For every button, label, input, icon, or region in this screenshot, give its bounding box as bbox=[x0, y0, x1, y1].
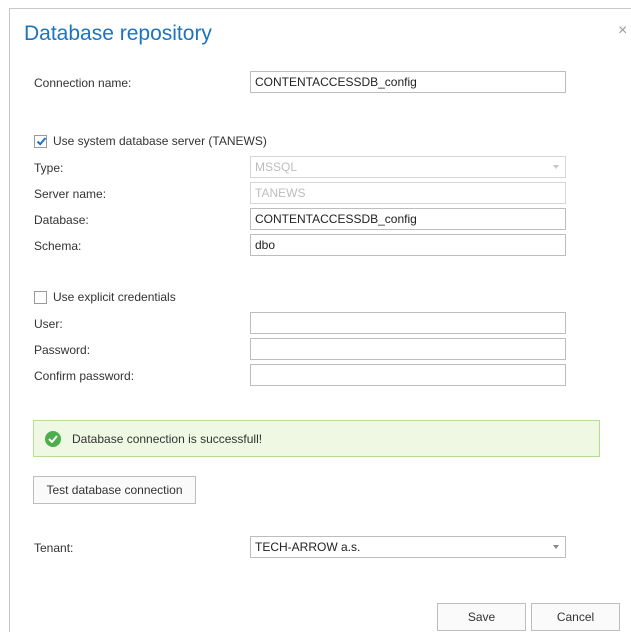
connection-name-label: Connection name: bbox=[34, 76, 132, 90]
connection-status-message: Database connection is successfull! bbox=[72, 431, 263, 446]
type-value: MSSQL bbox=[255, 160, 298, 174]
confirm-password-input[interactable] bbox=[250, 364, 566, 386]
server-name-label: Server name: bbox=[34, 187, 107, 201]
cancel-button[interactable]: Cancel bbox=[531, 603, 620, 631]
user-label: User: bbox=[34, 317, 63, 331]
use-system-server-row[interactable]: Use system database server (TANEWS) bbox=[34, 134, 267, 148]
chevron-down-icon bbox=[553, 165, 559, 169]
confirm-password-label: Confirm password: bbox=[34, 369, 135, 383]
use-explicit-credentials-checkbox[interactable] bbox=[34, 290, 47, 304]
schema-label: Schema: bbox=[34, 239, 82, 253]
connection-status-banner: Database connection is successfull! bbox=[33, 420, 600, 457]
server-name-input[interactable]: TANEWS bbox=[250, 182, 566, 204]
close-icon[interactable]: × bbox=[618, 23, 627, 39]
use-explicit-credentials-label: Use explicit credentials bbox=[53, 290, 176, 304]
connection-name-input[interactable]: CONTENTACCESSDB_config bbox=[250, 71, 566, 93]
use-system-server-checkbox[interactable] bbox=[34, 134, 47, 148]
database-input[interactable]: CONTENTACCESSDB_config bbox=[250, 208, 566, 230]
check-circle-icon bbox=[45, 430, 61, 447]
database-label: Database: bbox=[34, 213, 89, 227]
checkmark-icon bbox=[36, 136, 47, 146]
tenant-label: Tenant: bbox=[34, 541, 74, 555]
chevron-down-icon bbox=[553, 545, 559, 549]
password-input[interactable] bbox=[250, 338, 566, 360]
dialog-title: Database repository bbox=[24, 22, 212, 45]
use-explicit-credentials-row[interactable]: Use explicit credentials bbox=[34, 290, 176, 304]
type-select[interactable]: MSSQL bbox=[250, 156, 566, 178]
test-database-connection-button[interactable]: Test database connection bbox=[33, 476, 196, 504]
save-button[interactable]: Save bbox=[437, 603, 526, 631]
schema-input[interactable]: dbo bbox=[250, 234, 566, 256]
user-input[interactable] bbox=[250, 312, 566, 334]
use-system-server-label: Use system database server (TANEWS) bbox=[53, 134, 267, 148]
tenant-select[interactable]: TECH-ARROW a.s. bbox=[250, 536, 566, 558]
type-label: Type: bbox=[34, 161, 64, 175]
password-label: Password: bbox=[34, 343, 91, 357]
tenant-value: TECH-ARROW a.s. bbox=[255, 540, 361, 554]
